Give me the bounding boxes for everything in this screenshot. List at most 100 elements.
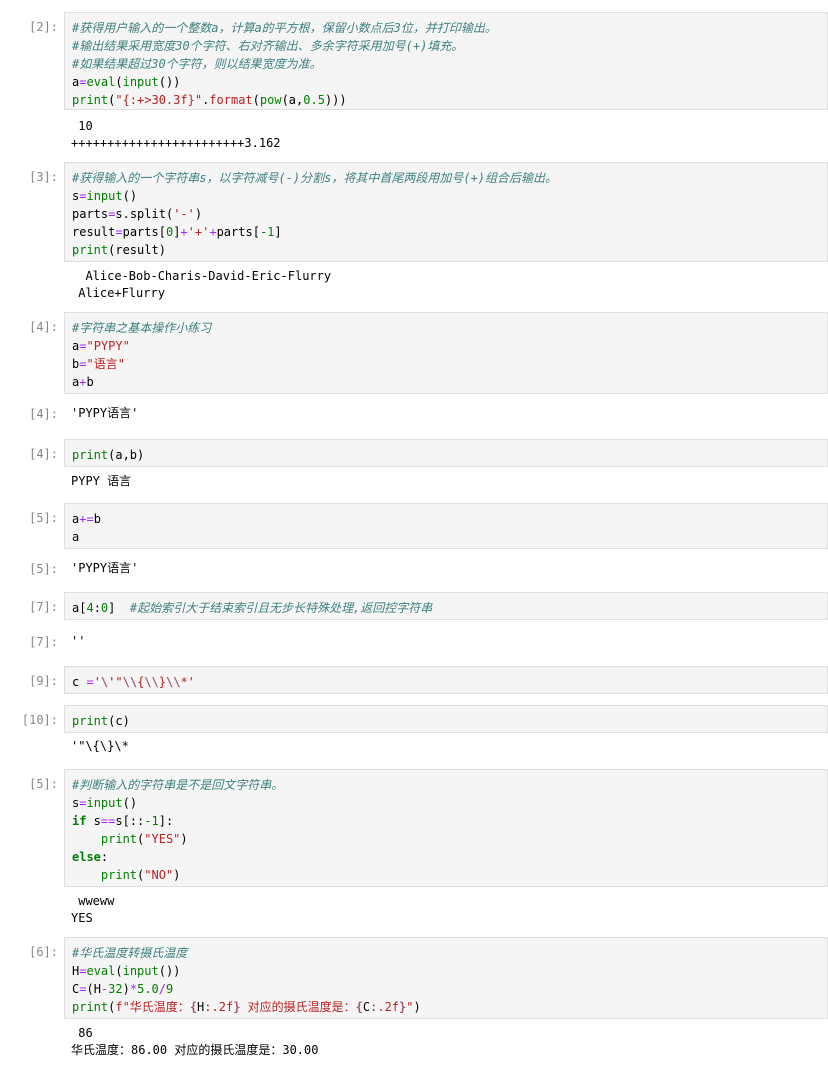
code-line: #获得用户输入的一个整数a，计算a的平方根，保留小数点后3位，并打印输出。 (72, 19, 820, 37)
code-token: "{:+>30.3f}" (115, 93, 203, 107)
code-token: 9 (166, 982, 174, 996)
code-line: print(c) (72, 712, 820, 730)
code-cell-output: 86 华氏温度：86.00 对应的摄氏温度是：30.00 (71, 1025, 318, 1059)
code-line: a+=b (72, 510, 820, 528)
code-token: input (86, 796, 123, 810)
code-cell-input[interactable]: print(a,b) (64, 439, 828, 467)
code-token: #华氏温度转摄氏温度 (72, 946, 188, 960)
code-token: \\ (144, 675, 159, 689)
code-token: 0.5 (303, 93, 325, 107)
code-token: ( (115, 75, 123, 89)
code-line: a+b (72, 373, 820, 391)
code-cell-input[interactable]: #获得输入的一个字符串s，以字符减号(-)分割s，将其中首尾两段用加号(+)组合… (64, 162, 828, 262)
code-cell-output: 10 ++++++++++++++++++++++++3.162 (71, 118, 281, 152)
code-line: H=eval(input()) (72, 962, 820, 980)
code-token: ]: (158, 814, 174, 828)
code-cell-input[interactable]: a+=b a (64, 503, 828, 549)
code-token: ] (108, 601, 130, 615)
input-prompt: [5]: (29, 511, 58, 525)
input-prompt: [9]: (29, 674, 58, 688)
code-token: s (86, 814, 101, 828)
code-token: ) (194, 207, 203, 221)
code-token: input (122, 964, 159, 978)
code-line: print(a,b) (72, 446, 820, 464)
code-token: { (355, 1000, 363, 1014)
code-token: { (189, 1000, 198, 1014)
code-line: print(f"华氏温度：{H:.2f} 对应的摄氏温度是：{C:.2f}") (72, 998, 820, 1016)
output-line: wweww (71, 894, 115, 908)
code-token: == (100, 814, 116, 828)
code-token: split (129, 207, 166, 221)
code-line: C=(H-32)*5.0/9 (72, 980, 820, 998)
code-token: = (86, 675, 94, 689)
code-token: ) (122, 982, 130, 996)
code-token: "语言" (86, 357, 125, 371)
code-cell-output: PYPY 语言 (71, 473, 131, 490)
code-line: if s==s[::-1]: (72, 812, 820, 830)
code-token: 5.0 (137, 982, 159, 996)
code-cell-output: 'PYPY语言' (71, 405, 138, 422)
code-token: a[ (72, 601, 87, 615)
code-token: '+' (187, 225, 210, 239)
code-cell-input[interactable]: #华氏温度转摄氏温度 H=eval(input()) C=(H-32)*5.0/9 p… (64, 937, 828, 1019)
code-token: print (72, 93, 109, 107)
code-token: b (93, 512, 101, 526)
code-token: " (115, 675, 123, 689)
code-token: a (72, 530, 80, 544)
code-token: print (100, 868, 138, 882)
code-token: print (100, 832, 138, 846)
code-cell-output: wweww YES (71, 893, 114, 927)
code-line: a (72, 528, 820, 546)
code-token: (a,b) (108, 448, 145, 462)
code-token: result (72, 225, 116, 239)
code-token: :.2f (370, 1000, 400, 1014)
output-line: '' (71, 634, 86, 648)
code-token: "NO" (144, 868, 174, 882)
code-token: ()) (158, 75, 181, 89)
code-cell-output: '"\{\}\* (71, 738, 129, 755)
code-cell-input[interactable]: #字符串之基本操作小练习 a="PYPY" b="语言" a+b (64, 312, 828, 394)
code-token: #判断输入的字符串是不是回文字符串。 (72, 778, 284, 792)
code-cell-input[interactable]: #判断输入的字符串是不是回文字符串。s=input() if s==s[::-1]… (64, 769, 828, 887)
code-token: print (72, 448, 109, 462)
code-cell-input[interactable]: a[4:0] #起始索引大于结束索引且无步长特殊处理,返回控字符串 (64, 592, 828, 620)
code-token: #字符串之基本操作小练习 (72, 321, 212, 335)
code-cell-output: 'PYPY语言' (71, 560, 138, 577)
code-token: (a, (281, 93, 304, 107)
code-token: (H (86, 982, 101, 996)
code-token: #输出结果采用宽度30个字符、右对齐输出、多余字符采用加号(+)填充。 (72, 39, 464, 53)
code-token: *' (180, 675, 195, 689)
code-line: a=eval(input()) (72, 73, 820, 91)
code-token: print (72, 243, 109, 257)
code-token: eval (86, 964, 116, 978)
code-token: : (93, 601, 101, 615)
code-token: pow (259, 93, 282, 107)
code-cell-input[interactable]: c ='\'"\\{\\}\\*' (64, 666, 828, 694)
code-cell-input[interactable]: print(c) (64, 705, 828, 733)
code-token: 32 (108, 982, 123, 996)
code-token: : (100, 850, 109, 864)
code-token: #起始索引大于结束索引且无步长特殊处理,返回控字符串 (129, 601, 433, 615)
code-token: * (129, 982, 138, 996)
output-line: Alice+Flurry (71, 286, 165, 300)
code-line: a[4:0] #起始索引大于结束索引且无步长特殊处理,返回控字符串 (72, 599, 820, 617)
code-token: (result) (108, 243, 166, 257)
output-line: 10 (71, 119, 93, 133)
code-token: () (122, 189, 138, 203)
code-token: } (158, 675, 166, 689)
input-prompt: [6]: (29, 945, 58, 959)
code-line: #判断输入的字符串是不是回文字符串。 (72, 776, 820, 794)
code-token: parts[ (122, 225, 166, 239)
output-line: '"\{\}\* (71, 739, 129, 753)
code-token: #如果结果超过30个字符，则以结果宽度为准。 (72, 57, 322, 71)
code-line: s=input() (72, 794, 820, 812)
code-token: () (122, 796, 138, 810)
code-line: s=input() (72, 187, 820, 205)
code-cell-input[interactable]: #获得用户输入的一个整数a，计算a的平方根，保留小数点后3位，并打印输出。 #输出… (64, 12, 828, 110)
code-token: '-' (173, 207, 195, 221)
code-token: -1 (144, 814, 159, 828)
output-prompt: [4]: (29, 407, 58, 421)
input-prompt: [10]: (21, 713, 58, 727)
code-line: #如果结果超过30个字符，则以结果宽度为准。 (72, 55, 820, 73)
input-prompt: [7]: (29, 600, 58, 614)
